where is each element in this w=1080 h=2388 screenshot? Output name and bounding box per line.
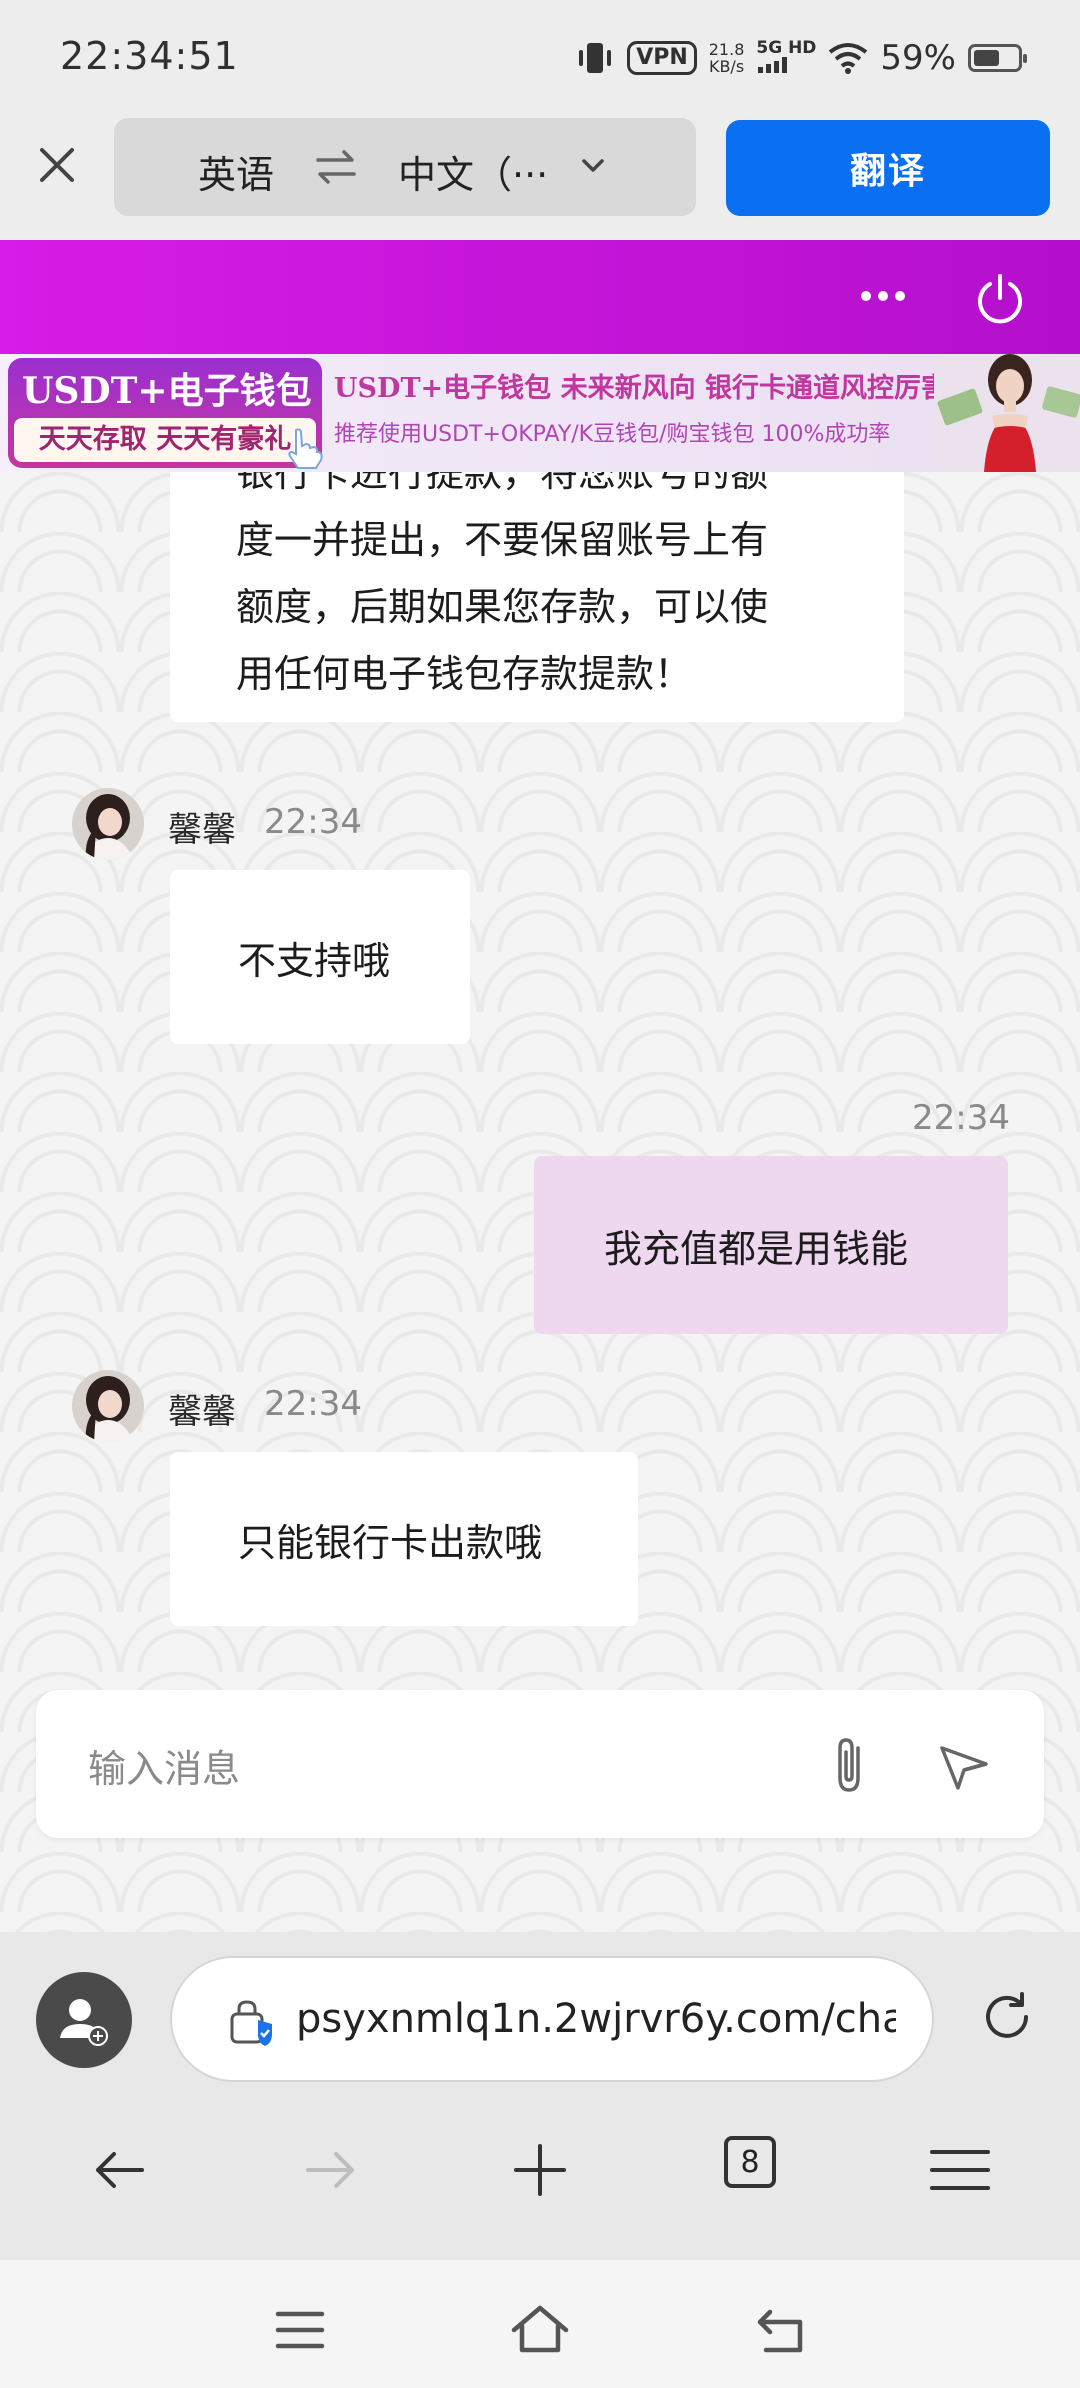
secure-lock-icon	[230, 2000, 272, 2046]
message-input[interactable]: 输入消息	[36, 1690, 1044, 1838]
message-input-placeholder[interactable]: 输入消息	[88, 1738, 240, 1793]
vpn-badge: VPN	[627, 41, 697, 75]
source-language[interactable]: 英语	[198, 144, 274, 199]
ad-model-image	[934, 354, 1080, 472]
avatar-image	[72, 1370, 144, 1442]
message-bubble: 银行卡进行提款，将您账号的额 度一并提出，不要保留账号上有 额度，后期如果您存款…	[170, 472, 904, 722]
status-time: 22:34:51	[60, 34, 239, 78]
attachment-icon[interactable]	[824, 1734, 874, 1796]
recent-apps-icon[interactable]	[270, 2300, 330, 2360]
status-bar: 22:34:51 VPN 21.8 KB/s 5G HD 59%	[0, 0, 1080, 118]
wifi-icon	[829, 43, 868, 74]
vibrate-icon	[579, 43, 612, 73]
tabs-button[interactable]: 8	[724, 2136, 776, 2188]
avatar-image	[72, 788, 144, 860]
status-icons: VPN 21.8 KB/s 5G HD 59%	[575, 38, 1027, 78]
speed-unit: KB/s	[708, 57, 745, 76]
reload-icon[interactable]	[976, 1986, 1038, 2048]
message-time: 22:34	[912, 1098, 1010, 1138]
sender-name: 馨馨	[168, 810, 236, 850]
more-options-icon[interactable]	[858, 276, 908, 316]
profile-button[interactable]	[36, 1972, 132, 2068]
ad-subline: 推荐使用USDT+OKPAY/K豆钱包/购宝钱包 100%成功率	[334, 422, 891, 447]
my-message-bubble: 我充值都是用钱能	[534, 1156, 1008, 1334]
language-selector[interactable]: 英语 中文（···	[114, 118, 696, 216]
message-bubble: 只能银行卡出款哦	[170, 1452, 638, 1626]
pointer-hand-icon	[288, 428, 323, 469]
battery-icon	[968, 44, 1027, 72]
message-text: 不支持哦	[238, 938, 391, 983]
close-icon[interactable]	[32, 140, 82, 190]
add-user-icon	[60, 1999, 108, 2046]
message-text: 只能银行卡出款哦	[238, 1520, 543, 1565]
browser-toolbar: psyxnmlq1n.2wjrvr6y.com/chat 8	[0, 1932, 1080, 2260]
address-bar[interactable]: psyxnmlq1n.2wjrvr6y.com/chat	[170, 1956, 934, 2082]
battery-percent: 59%	[880, 38, 956, 78]
back-icon[interactable]	[752, 2300, 812, 2360]
new-tab-plus-icon[interactable]	[500, 2132, 580, 2212]
send-icon[interactable]	[936, 1738, 992, 1794]
ad-badge-subtitle: 天天存取 天天有豪礼	[14, 418, 316, 462]
ad-headline: USDT+电子钱包 未来新风向 银行卡通道风控厉害	[334, 373, 948, 404]
ad-badge-title: USDT+电子钱包	[22, 370, 312, 412]
translate-bar: 英语 中文（··· 翻译	[0, 118, 1080, 240]
signal-icon	[758, 57, 788, 73]
url-text[interactable]: psyxnmlq1n.2wjrvr6y.com/chat	[296, 1996, 896, 2042]
target-language[interactable]: 中文（···	[398, 144, 548, 199]
home-icon[interactable]	[510, 2300, 570, 2360]
forward-arrow-icon[interactable]	[290, 2132, 370, 2212]
network-label: 5G HD	[756, 38, 817, 58]
battery-fill	[974, 50, 999, 66]
speed-value: 21.8	[708, 40, 745, 59]
swap-languages-icon[interactable]	[314, 142, 358, 192]
message-bubble: 不支持哦	[170, 870, 470, 1044]
back-arrow-icon[interactable]	[80, 2132, 160, 2212]
network-type: 5G HD	[756, 39, 816, 77]
power-icon[interactable]	[972, 270, 1028, 326]
system-navigation-bar	[0, 2260, 1080, 2388]
message-time: 22:34	[264, 1384, 362, 1424]
avatar[interactable]	[72, 788, 144, 860]
sender-name: 馨馨	[168, 1392, 236, 1432]
ad-banner[interactable]: USDT+电子钱包 天天存取 天天有豪礼 USDT+电子钱包 未来新风向 银行卡…	[0, 354, 1080, 472]
ad-badge: USDT+电子钱包 天天存取 天天有豪礼	[8, 358, 322, 468]
network-speed: 21.8 KB/s	[709, 41, 745, 75]
chevron-down-icon[interactable]	[576, 148, 610, 182]
chat-header	[0, 240, 1080, 354]
menu-icon[interactable]	[920, 2132, 1000, 2212]
message-time: 22:34	[264, 802, 362, 842]
translate-button[interactable]: 翻译	[726, 120, 1050, 216]
message-text: 银行卡进行提款，将您账号的额 度一并提出，不要保留账号上有 额度，后期如果您存款…	[236, 472, 769, 696]
browser-nav-row: 8	[0, 2132, 1080, 2242]
avatar[interactable]	[72, 1370, 144, 1442]
message-text: 我充值都是用钱能	[604, 1226, 909, 1271]
